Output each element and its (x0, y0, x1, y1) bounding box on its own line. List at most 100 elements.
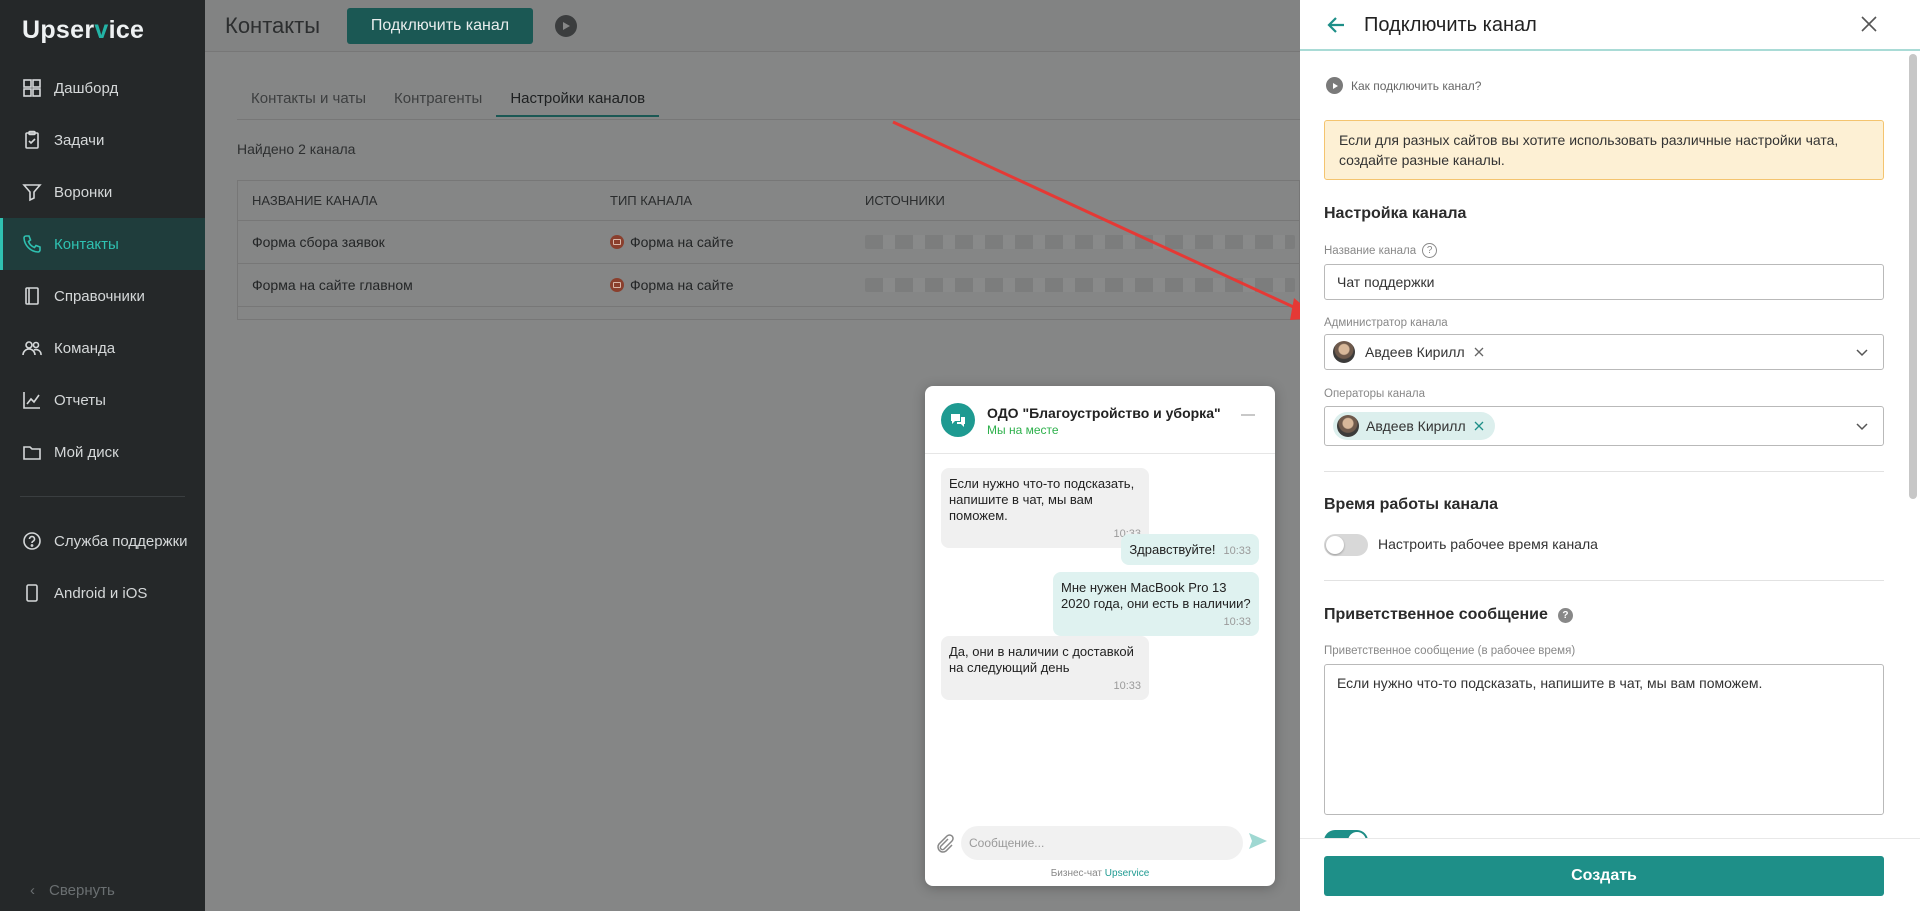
sidebar-item-funnels[interactable]: Воронки (0, 166, 205, 218)
sidebar-item-support[interactable]: Служба поддержки (0, 515, 205, 567)
sidebar-item-directories[interactable]: Справочники (0, 270, 205, 322)
sidebar-item-label: Контакты (54, 235, 119, 253)
sidebar-item-label: Воронки (54, 183, 113, 201)
topbar: Контакты Подключить канал (205, 0, 1300, 52)
sidebar-item-label: Задачи (54, 131, 105, 149)
divider (1324, 580, 1884, 581)
channel-sources (865, 235, 1299, 249)
panel-scrollbar[interactable] (1909, 54, 1917, 499)
blurred-sources (865, 278, 1295, 292)
channel-type: Форма на сайте (608, 277, 865, 293)
chat-message-incoming: Если нужно что-то подсказать, напишите в… (941, 468, 1149, 548)
section-title-channel-settings: Настройка канала (1324, 205, 1467, 222)
footer-prefix: Бизнес-чат (1050, 868, 1103, 879)
remove-icon[interactable] (1473, 420, 1485, 432)
attach-icon[interactable] (933, 832, 955, 854)
arrow-left-icon[interactable] (1326, 14, 1348, 36)
tabs-divider (237, 119, 1300, 120)
message-text: Мне нужен MacBook Pro 13 2020 года, они … (1061, 580, 1251, 611)
minimize-icon[interactable] (1241, 414, 1255, 416)
sidebar-item-team[interactable]: Команда (0, 322, 205, 374)
sidebar-item-my-disk[interactable]: Мой диск (0, 426, 205, 478)
form-icon (610, 278, 624, 292)
column-header-sources[interactable]: Источники (865, 193, 1299, 208)
sidebar-item-contacts[interactable]: Контакты (0, 218, 205, 270)
sidebar-item-label: Команда (54, 339, 116, 357)
connect-channel-button[interactable]: Подключить канал (347, 8, 533, 44)
tab-contacts-chats[interactable]: Контакты и чаты (237, 90, 380, 117)
info-notice: Если для разных сайтов вы хотите использ… (1324, 120, 1884, 180)
operators-select[interactable]: Авдеев Кирилл (1324, 406, 1884, 446)
play-video-icon[interactable] (555, 15, 577, 37)
admin-select[interactable]: Авдеев Кирилл (1324, 334, 1884, 370)
chart-icon (22, 390, 42, 410)
sidebar-item-tasks[interactable]: Задачи (0, 114, 205, 166)
chevron-down-icon[interactable] (1855, 345, 1869, 359)
chat-message-incoming: Да, они в наличии с доставкой на следующ… (941, 636, 1149, 700)
chat-title: ОДО "Благоустройство и уборка" (987, 405, 1221, 421)
avatar (1333, 341, 1355, 363)
collapse-label: Свернуть (49, 882, 115, 899)
connect-channel-panel: Подключить канал Как подключить канал? Е… (1300, 0, 1920, 911)
sidebar-item-label: Справочники (54, 287, 145, 305)
greeting-textarea[interactable]: Если нужно что-то подсказать, напишите в… (1324, 664, 1884, 815)
chat-message-outgoing: Здравствуйте! 10:33 (1121, 534, 1259, 565)
sidebar-divider (20, 496, 185, 497)
message-time: 10:33 (1113, 680, 1141, 692)
working-hours-toggle[interactable] (1324, 534, 1368, 556)
sidebar-item-reports[interactable]: Отчеты (0, 374, 205, 426)
send-icon[interactable] (1247, 830, 1269, 852)
panel-title: Подключить канал (1364, 14, 1537, 36)
channel-type-label: Форма на сайте (630, 277, 734, 293)
admin-name: Авдеев Кирилл (1365, 344, 1465, 360)
message-time: 10:33 (1223, 616, 1251, 628)
column-header-type[interactable]: Тип канала (608, 193, 865, 208)
chat-bubble-icon (941, 403, 975, 437)
sidebar: Upservice Дашборд Задачи Воронки Контакт… (0, 0, 205, 911)
sidebar-nav: Дашборд Задачи Воронки Контакты Справочн… (0, 62, 205, 619)
question-icon[interactable]: ? (1557, 607, 1573, 623)
mobile-icon (22, 583, 42, 603)
message-input[interactable]: Сообщение... (961, 826, 1243, 860)
sidebar-item-label: Служба поддержки (54, 532, 188, 550)
tab-counterparties[interactable]: Контрагенты (380, 90, 496, 117)
form-icon (610, 235, 624, 249)
sidebar-item-mobile[interactable]: Android и iOS (0, 567, 205, 619)
table-row[interactable]: Форма на сайте главном Форма на сайте (238, 264, 1299, 307)
message-text: Да, они в наличии с доставкой на следующ… (949, 644, 1134, 675)
app-logo[interactable]: Upservice (22, 16, 144, 45)
table-row[interactable]: Форма сбора заявок Форма на сайте (238, 221, 1299, 264)
create-button[interactable]: Создать (1324, 856, 1884, 896)
sidebar-item-label: Отчеты (54, 391, 106, 409)
table-header: Название канала Тип канала Источники (238, 181, 1299, 221)
sidebar-item-label: Дашборд (54, 79, 119, 97)
message-text: Здравствуйте! (1129, 542, 1216, 557)
found-count: Найдено 2 канала (237, 141, 356, 157)
channel-name: Форма сбора заявок (252, 234, 385, 250)
chat-messages: Если нужно что-то подсказать, напишите в… (925, 454, 1275, 814)
tab-channel-settings[interactable]: Настройки каналов (496, 90, 660, 117)
sidebar-item-dashboard[interactable]: Дашборд (0, 62, 205, 114)
operator-tag: Авдеев Кирилл (1333, 412, 1495, 440)
collapse-sidebar-button[interactable]: ‹ Свернуть (30, 882, 115, 899)
question-icon[interactable]: ? (1422, 243, 1438, 258)
channel-name-input[interactable]: Чат поддержки (1324, 264, 1884, 300)
help-link-label: Как подключить канал? (1351, 78, 1482, 93)
chat-status: Мы на месте (987, 423, 1059, 437)
column-header-name[interactable]: Название канала (238, 193, 608, 208)
team-icon (22, 338, 42, 358)
page-title: Контакты (225, 13, 321, 38)
help-icon (22, 531, 42, 551)
phone-icon (22, 234, 42, 254)
close-icon[interactable] (1858, 13, 1880, 35)
channels-table: Название канала Тип канала Источники Фор… (237, 180, 1300, 320)
chat-header: ОДО "Благоустройство и уборка" Мы на мес… (925, 386, 1275, 454)
chevron-left-icon: ‹ (30, 882, 35, 899)
chevron-down-icon[interactable] (1855, 419, 1869, 433)
footer-brand-link[interactable]: Upservice (1105, 868, 1149, 879)
remove-icon[interactable] (1473, 346, 1485, 358)
chat-footer: Бизнес-чат Upservice (925, 868, 1275, 879)
field-label-channel-name: Название канала ? (1324, 243, 1438, 258)
funnel-icon (22, 182, 42, 202)
how-to-connect-link[interactable]: Как подключить канал? (1326, 77, 1481, 94)
